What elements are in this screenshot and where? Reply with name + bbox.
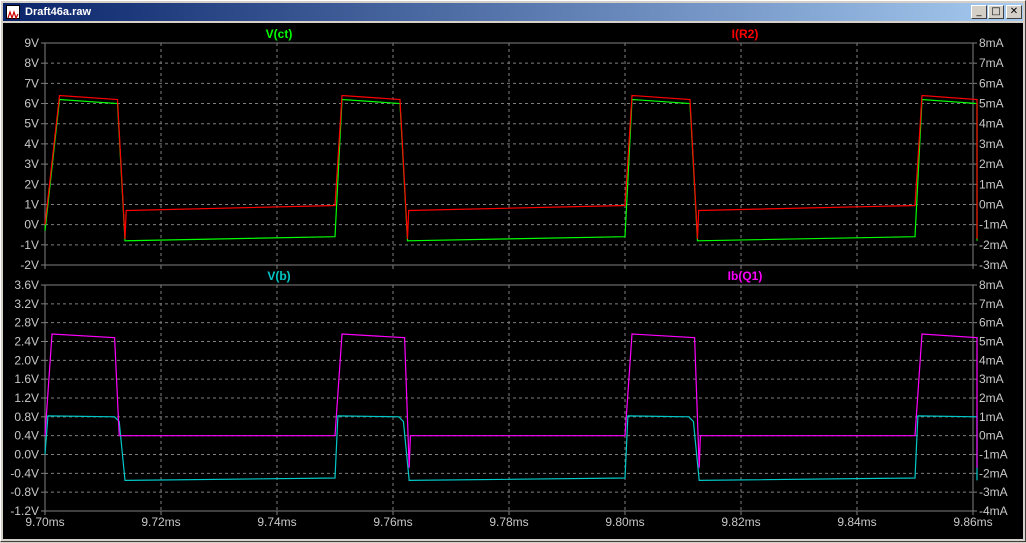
right-y-tick-label: 4mA (979, 117, 1004, 131)
left-y-tick-label: -2V (20, 258, 39, 272)
right-y-tick-label: -3mA (979, 258, 1008, 272)
waveform-glyph-icon (7, 10, 19, 20)
right-y-tick-label: 0mA (979, 197, 1004, 211)
left-y-tick-label: 1.6V (14, 372, 39, 386)
left-y-tick-label: 4V (24, 137, 39, 151)
right-y-tick-label: 3mA (979, 137, 1004, 151)
left-y-tick-label: 7V (24, 76, 39, 90)
right-y-tick-label: 7mA (979, 297, 1004, 311)
right-y-tick-label: 6mA (979, 316, 1004, 330)
right-y-tick-label: -1mA (979, 448, 1008, 462)
x-tick-label: 9.76ms (373, 515, 412, 529)
left-y-tick-label: 1V (24, 197, 39, 211)
x-tick-label: 9.82ms (721, 515, 760, 529)
trace-ir2[interactable] (44, 94, 978, 239)
right-y-tick-label: -2mA (979, 238, 1008, 252)
left-y-tick-label: 2.8V (14, 316, 39, 330)
trace-ibq1[interactable] (44, 333, 978, 468)
right-y-tick-label: 1mA (979, 410, 1004, 424)
left-y-tick-label: 3.2V (14, 297, 39, 311)
x-tick-label: 9.86ms (953, 515, 992, 529)
close-button[interactable]: ✕ (1006, 5, 1022, 19)
waveform-viewer-window: Draft46a.raw _ □ ✕ 9V 8V 7V 6V 5V 4V 3V 2V 1V 0V -… (0, 0, 1026, 542)
series-label: Ib(Q1) (728, 269, 763, 283)
left-y-tick-label: 8V (24, 56, 39, 70)
x-tick-label: 9.74ms (257, 515, 296, 529)
x-tick-label: 9.72ms (141, 515, 180, 529)
left-y-tick-label: -1V (20, 238, 39, 252)
series-label: V(b) (267, 269, 290, 283)
series-label: V(ct) (266, 27, 293, 41)
left-y-tick-label: 2.0V (14, 353, 39, 367)
right-y-tick-label: 7mA (979, 56, 1004, 70)
right-y-tick-label: 4mA (979, 353, 1004, 367)
waveform-plots[interactable]: 9V 8V 7V 6V 5V 4V 3V 2V 1V 0V -1V -2V 8mA 7mA 6mA 5mA 4m… (3, 23, 1023, 539)
left-y-tick-label: 5V (24, 117, 39, 131)
left-y-tick-label: -0.4V (10, 466, 39, 480)
x-tick-label: 9.78ms (489, 515, 528, 529)
right-y-tick-label: -2mA (979, 466, 1008, 480)
x-tick-label: 9.84ms (837, 515, 876, 529)
right-y-tick-label: 0mA (979, 429, 1004, 443)
x-tick-label: 9.70ms (25, 515, 64, 529)
left-y-tick-label: 0.4V (14, 429, 39, 443)
right-y-tick-label: 2mA (979, 391, 1004, 405)
plot-area[interactable]: 9V 8V 7V 6V 5V 4V 3V 2V 1V 0V -1V -2V 8mA 7mA 6mA 5mA 4m… (3, 23, 1023, 539)
left-y-tick-label: 6V (24, 97, 39, 111)
minimize-button[interactable]: _ (971, 5, 987, 19)
left-y-tick-label: 0V (24, 218, 39, 232)
waveform-app-icon (6, 5, 20, 20)
trace-vct[interactable] (44, 98, 978, 242)
title-bar[interactable]: Draft46a.raw _ □ ✕ (3, 3, 1023, 21)
left-y-tick-label: 9V (24, 36, 39, 50)
right-y-tick-label: 8mA (979, 278, 1004, 292)
left-y-tick-label: 2.4V (14, 335, 39, 349)
left-y-tick-label: 3.6V (14, 278, 39, 292)
right-y-tick-label: -1mA (979, 218, 1008, 232)
right-y-tick-label: 1mA (979, 177, 1004, 191)
right-y-tick-label: 3mA (979, 372, 1004, 386)
right-y-tick-label: 5mA (979, 97, 1004, 111)
x-tick-label: 9.80ms (605, 515, 644, 529)
maximize-button[interactable]: □ (988, 5, 1004, 19)
left-y-tick-label: 2V (24, 177, 39, 191)
left-y-tick-label: 0.8V (14, 410, 39, 424)
left-y-tick-label: 3V (24, 157, 39, 171)
right-y-tick-label: 6mA (979, 76, 1004, 90)
window-title: Draft46a.raw (25, 6, 92, 18)
left-y-tick-label: 0.0V (14, 448, 39, 462)
right-y-tick-label: 2mA (979, 157, 1004, 171)
left-y-tick-label: -0.8V (10, 485, 39, 499)
right-y-tick-label: 5mA (979, 335, 1004, 349)
series-label: I(R2) (732, 27, 759, 41)
trace-vb[interactable] (44, 415, 978, 482)
right-y-tick-label: 8mA (979, 36, 1004, 50)
left-y-tick-label: 1.2V (14, 391, 39, 405)
right-y-tick-label: -3mA (979, 485, 1008, 499)
